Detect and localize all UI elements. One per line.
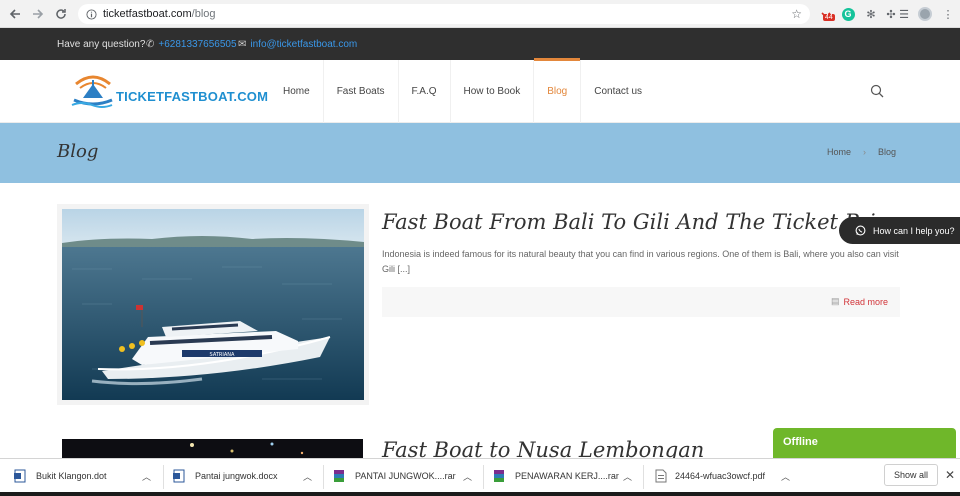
menu-item-faq[interactable]: F.A.Q bbox=[399, 60, 451, 123]
top-info-bar: Have any question? ✆ +6281337656505 ✉ in… bbox=[0, 28, 960, 60]
post-thumbnail[interactable] bbox=[62, 439, 363, 459]
settings-extension-icon[interactable]: ✻ bbox=[863, 6, 879, 22]
chat-status: Offline bbox=[783, 436, 818, 448]
download-item[interactable]: 24464-wfuac3owcf.pdf ︿ bbox=[655, 459, 805, 493]
whatsapp-chat-button[interactable]: How can I help you? bbox=[839, 217, 960, 244]
phone-icon: ✆ bbox=[146, 38, 155, 50]
forward-button[interactable] bbox=[27, 3, 49, 25]
reload-icon bbox=[56, 9, 66, 19]
chevron-up-icon[interactable]: ︿ bbox=[463, 470, 472, 483]
whatsapp-icon bbox=[855, 225, 866, 236]
forward-arrow-icon bbox=[33, 9, 44, 19]
post-excerpt: Indonesia is indeed famous for its natur… bbox=[382, 249, 899, 274]
download-filename: 24464-wfuac3owcf.pdf bbox=[675, 471, 766, 481]
chevron-up-icon[interactable]: ︿ bbox=[303, 470, 312, 483]
menu-item-how-to-book[interactable]: How to Book bbox=[451, 60, 535, 123]
download-item[interactable]: Bukit Klangon.dot ︿ bbox=[14, 459, 160, 493]
taskbar-edge bbox=[0, 492, 960, 496]
menu-item-contact-us[interactable]: Contact us bbox=[581, 60, 655, 123]
download-item[interactable]: PANTAI JUNGWOK....rar ︿ bbox=[333, 459, 479, 493]
post-thumbnail-frame[interactable]: SATRIANA bbox=[57, 204, 369, 405]
divider bbox=[163, 465, 164, 489]
download-filename: Bukit Klangon.dot bbox=[36, 471, 107, 481]
email-link[interactable]: ✉ info@ticketfastboat.com bbox=[238, 39, 357, 50]
word-doc-icon bbox=[14, 469, 26, 483]
phone-link[interactable]: ✆ +6281337656505 bbox=[146, 39, 237, 50]
divider bbox=[483, 465, 484, 489]
bookmark-star-icon[interactable]: ☆ bbox=[791, 7, 802, 21]
fast-boat-photo: SATRIANA bbox=[62, 209, 364, 400]
main-menu: Home Fast Boats F.A.Q How to Book Blog C… bbox=[270, 58, 655, 123]
download-filename: Pantai jungwok.docx bbox=[195, 471, 278, 481]
browser-menu-icon[interactable]: ⋮ bbox=[940, 6, 956, 22]
night-photo bbox=[190, 442, 304, 455]
download-filename: PANTAI JUNGWOK....rar bbox=[355, 471, 456, 481]
boat-logo-icon bbox=[71, 75, 113, 108]
info-icon[interactable] bbox=[86, 8, 97, 20]
back-arrow-icon bbox=[9, 9, 20, 19]
show-all-button[interactable]: Show all bbox=[884, 464, 938, 486]
page-title: Blog bbox=[57, 141, 99, 162]
breadcrumb-home[interactable]: Home bbox=[827, 147, 851, 157]
word-doc-icon bbox=[173, 469, 185, 483]
download-shelf: Bukit Klangon.dot ︿ Pantai jungwok.docx … bbox=[0, 458, 960, 496]
read-more-link[interactable]: ▤ Read more bbox=[831, 296, 888, 307]
url-path: /blog bbox=[191, 8, 216, 20]
divider bbox=[323, 465, 324, 489]
phone-number: +6281337656505 bbox=[158, 38, 237, 50]
browser-toolbar: ticketfastboat.com/blog ☆ 44 G ✻ ✣ ☰ ⋮ bbox=[0, 0, 960, 28]
chevron-up-icon[interactable]: ︿ bbox=[142, 470, 151, 483]
profile-avatar[interactable] bbox=[917, 6, 933, 22]
close-icon[interactable]: ✕ bbox=[945, 468, 955, 482]
breadcrumb: Home › Blog bbox=[827, 147, 896, 157]
rar-archive-icon bbox=[493, 469, 505, 483]
url-host: ticketfastboat.com bbox=[103, 8, 192, 20]
search-icon[interactable] bbox=[870, 84, 884, 98]
rar-archive-icon bbox=[333, 469, 345, 483]
post-title[interactable]: Fast Boat From Bali To Gili And The Tick… bbox=[382, 210, 900, 234]
back-button[interactable] bbox=[4, 3, 26, 25]
divider bbox=[643, 465, 644, 489]
chevron-right-icon: › bbox=[863, 147, 867, 157]
logo-text: TICKETFASTBOAT.COM bbox=[116, 89, 269, 104]
menu-item-blog[interactable]: Blog bbox=[534, 58, 582, 123]
boat-hull-lettering: SATRIANA bbox=[210, 352, 235, 358]
extension-badge: 44 bbox=[823, 14, 835, 21]
grammarly-icon[interactable]: G bbox=[840, 6, 856, 22]
post-footer: ▤ Read more bbox=[382, 287, 900, 317]
question-label: Have any question? bbox=[57, 38, 146, 50]
reload-button[interactable] bbox=[50, 3, 72, 25]
menu-item-home[interactable]: Home bbox=[270, 60, 324, 123]
address-bar[interactable]: ticketfastboat.com/blog ☆ bbox=[78, 4, 810, 24]
envelope-icon: ✉ bbox=[238, 38, 247, 50]
page-title-band: Blog Home › Blog bbox=[0, 123, 960, 183]
live-chat-tab[interactable]: Offline bbox=[773, 428, 956, 458]
download-item[interactable]: Pantai jungwok.docx ︿ bbox=[173, 459, 319, 493]
chevron-up-icon[interactable]: ︿ bbox=[623, 470, 632, 483]
download-item[interactable]: PENAWARAN KERJ....rar ︿ bbox=[493, 459, 639, 493]
whatsapp-label: How can I help you? bbox=[873, 225, 955, 236]
download-filename: PENAWARAN KERJ....rar bbox=[515, 471, 619, 481]
pdf-file-icon bbox=[655, 469, 667, 483]
mail-extension-icon[interactable]: 44 bbox=[818, 6, 835, 22]
media-queue-icon[interactable]: ☰ bbox=[896, 6, 912, 22]
post-thumbnail[interactable]: SATRIANA bbox=[62, 209, 364, 400]
menu-item-fast-boats[interactable]: Fast Boats bbox=[324, 60, 399, 123]
email-address: info@ticketfastboat.com bbox=[250, 38, 358, 50]
breadcrumb-current: Blog bbox=[878, 147, 897, 157]
site-header: TICKETFASTBOAT.COM Home Fast Boats F.A.Q… bbox=[0, 58, 960, 123]
site-logo[interactable]: TICKETFASTBOAT.COM bbox=[70, 72, 268, 112]
chevron-up-icon[interactable]: ︿ bbox=[781, 470, 790, 483]
document-icon: ▤ bbox=[830, 296, 840, 306]
read-more-label: Read more bbox=[843, 296, 888, 307]
